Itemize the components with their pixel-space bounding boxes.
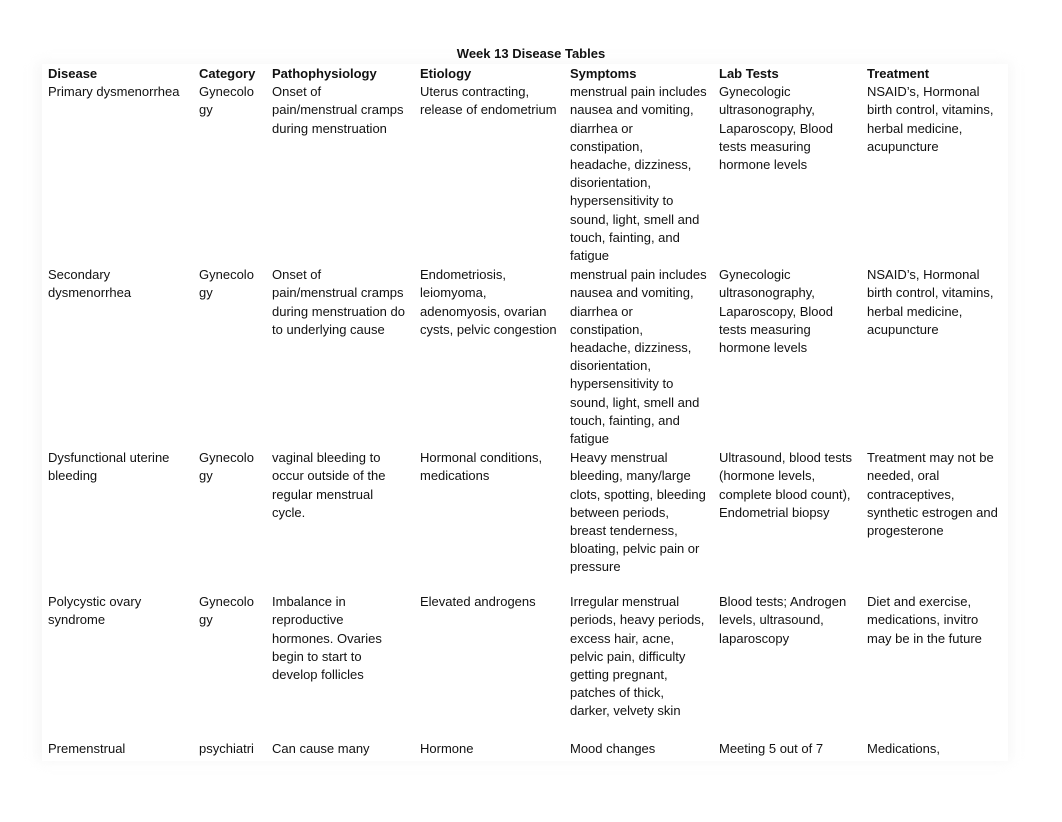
cell-treatment: NSAID’s, Hormonal birth control, vitamin… bbox=[861, 83, 1008, 267]
table-row: Premenstrual psychiatri Can cause many H… bbox=[42, 740, 1008, 762]
header-category: Category bbox=[193, 64, 266, 84]
cell-pathophysiology: vaginal bleeding to occur outside of the… bbox=[266, 449, 414, 594]
cell-disease: Dysfunctional uterine bleeding bbox=[42, 449, 193, 594]
cell-etiology: Hormone bbox=[414, 740, 564, 762]
cell-disease: Secondary dysmenorrhea bbox=[42, 266, 193, 450]
cell-pathophysiology: Onset of pain/menstrual cramps during me… bbox=[266, 266, 414, 450]
cell-etiology: Uterus contracting, release of endometri… bbox=[414, 83, 564, 267]
header-pathophysiology: Pathophysiology bbox=[266, 64, 414, 84]
cell-disease: Polycystic ovary syndrome bbox=[42, 593, 193, 741]
cell-symptoms: menstrual pain includes nausea and vomit… bbox=[564, 266, 713, 450]
header-treatment: Treatment bbox=[861, 64, 1008, 84]
cell-pathophysiology: Onset of pain/menstrual cramps during me… bbox=[266, 83, 414, 267]
header-etiology: Etiology bbox=[414, 64, 564, 84]
cell-symptoms: Mood changes bbox=[564, 740, 713, 762]
table-row: Secondary dysmenorrhea Gynecolo gy Onset … bbox=[42, 266, 1008, 450]
header-row: Disease Category Pathophysiology Etiolog… bbox=[42, 64, 1008, 84]
cell-etiology: Elevated androgens bbox=[414, 593, 564, 741]
cell-symptoms: Heavy menstrual bleeding, many/large clo… bbox=[564, 449, 713, 594]
cell-treatment: Treatment may not be needed, oral contra… bbox=[861, 449, 1008, 594]
cell-etiology: Hormonal conditions, medications bbox=[414, 449, 564, 594]
header-symptoms: Symptoms bbox=[564, 64, 713, 84]
cell-lab-tests: Gynecologic ultrasonography, Laparoscopy… bbox=[713, 83, 861, 267]
cell-disease: Primary dysmenorrhea bbox=[42, 83, 193, 267]
cell-category: Gynecolo gy bbox=[193, 449, 266, 594]
table-row: Dysfunctional uterine bleeding Gynecolo g… bbox=[42, 449, 1008, 594]
table-row: Polycystic ovary syndrome Gynecolo gy Imb… bbox=[42, 593, 1008, 741]
cell-pathophysiology: Can cause many bbox=[266, 740, 414, 762]
header-lab-tests: Lab Tests bbox=[713, 64, 861, 84]
cell-treatment: Medications, bbox=[861, 740, 1008, 762]
cell-category: psychiatri bbox=[193, 740, 266, 762]
cell-treatment: Diet and exercise, medications, invitro … bbox=[861, 593, 1008, 741]
cell-lab-tests: Blood tests; Androgen levels, ultrasound… bbox=[713, 593, 861, 741]
page-title: Week 13 Disease Tables bbox=[456, 46, 606, 61]
table-row: Primary dysmenorrhea Gynecolo gy Onset of… bbox=[42, 83, 1008, 267]
cell-category: Gynecolo gy bbox=[193, 593, 266, 741]
cell-lab-tests: Ultrasound, blood tests (hormone levels,… bbox=[713, 449, 861, 594]
cell-symptoms: menstrual pain includes nausea and vomit… bbox=[564, 83, 713, 267]
cell-pathophysiology: Imbalance in reproductive hormones. Ovar… bbox=[266, 593, 414, 741]
header-disease: Disease bbox=[42, 64, 193, 84]
cell-category: Gynecolo gy bbox=[193, 266, 266, 450]
cell-lab-tests: Gynecologic ultrasonography, Laparoscopy… bbox=[713, 266, 861, 450]
cell-treatment: NSAID’s, Hormonal birth control, vitamin… bbox=[861, 266, 1008, 450]
cell-lab-tests: Meeting 5 out of 7 bbox=[713, 740, 861, 762]
cell-etiology: Endometriosis, leiomyoma, adenomyosis, o… bbox=[414, 266, 564, 450]
cell-disease: Premenstrual bbox=[42, 740, 193, 762]
cell-symptoms: Irregular menstrual periods, heavy perio… bbox=[564, 593, 713, 741]
cell-category: Gynecolo gy bbox=[193, 83, 266, 267]
disease-table: Disease Category Pathophysiology Etiolog… bbox=[42, 64, 1008, 762]
